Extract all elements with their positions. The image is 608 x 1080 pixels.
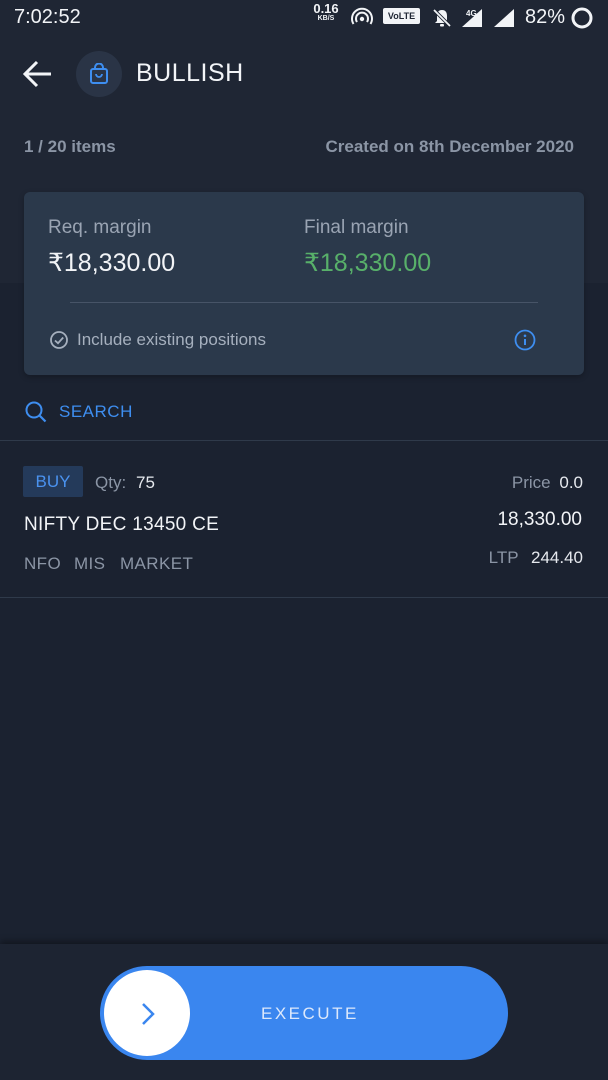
- divider: [0, 597, 608, 598]
- signal-4g-icon: 4G: [458, 7, 488, 34]
- order-amount: 18,330.00: [497, 509, 582, 530]
- req-margin-value: ₹18,330.00: [48, 249, 176, 277]
- ltp-label: LTP: [488, 548, 519, 567]
- svg-text:4G: 4G: [466, 9, 477, 18]
- execute-label: EXECUTE: [261, 1004, 359, 1023]
- network-speed-value: 0.16: [313, 1, 339, 16]
- notifications-off-icon: [431, 7, 453, 34]
- signal-icon: [492, 7, 516, 34]
- order-type-tag: MARKET: [120, 554, 194, 573]
- network-speed: 0.16 KB/S: [311, 1, 341, 24]
- margin-card: Req. margin ₹18,330.00 Final margin ₹18,…: [24, 192, 584, 375]
- req-margin-label: Req. margin: [48, 217, 152, 238]
- status-time: 7:02:52: [14, 6, 81, 28]
- search-label: SEARCH: [59, 402, 133, 421]
- slider-knob[interactable]: [104, 970, 190, 1056]
- battery-icon: [570, 6, 594, 35]
- final-margin-value: ₹18,330.00: [304, 249, 432, 277]
- qty-value: 75: [136, 473, 155, 492]
- hotspot-icon: [350, 7, 374, 32]
- qty-label: Qty:: [95, 473, 127, 492]
- created-on-date: Created on 8th December 2020: [325, 137, 575, 156]
- ltp-value: 244.40: [531, 548, 583, 567]
- page-title: BULLISH: [136, 59, 244, 87]
- exchange-tag: NFO: [24, 554, 62, 573]
- order-row[interactable]: BUY Qty: 75 NIFTY DEC 13450 CE NFO MIS M…: [0, 441, 608, 597]
- price-row: Price 0.0: [512, 473, 583, 493]
- price-label: Price: [511, 473, 551, 492]
- back-arrow-icon: [20, 60, 56, 96]
- price-value: 0.0: [559, 473, 583, 492]
- battery-percent: 82%: [525, 6, 566, 28]
- final-margin-label: Final margin: [304, 217, 409, 238]
- product-tag: MIS: [74, 554, 106, 573]
- status-bar: 7:02:52 0.16 KB/S VoLTE 4G 82%: [0, 0, 608, 36]
- instrument-name: NIFTY DEC 13450 CE: [24, 514, 220, 535]
- execute-slider[interactable]: EXECUTE: [100, 966, 508, 1060]
- basket-avatar: [76, 51, 122, 97]
- include-positions-label: Include existing positions: [77, 330, 267, 349]
- back-button[interactable]: [20, 56, 56, 92]
- order-side-badge: BUY: [23, 466, 83, 497]
- info-icon[interactable]: [514, 329, 536, 356]
- volte-icon: VoLTE: [383, 8, 420, 24]
- items-count: 1 / 20 items: [24, 137, 116, 156]
- ltp-row: LTP 244.40: [489, 548, 583, 568]
- card-divider: [70, 302, 538, 303]
